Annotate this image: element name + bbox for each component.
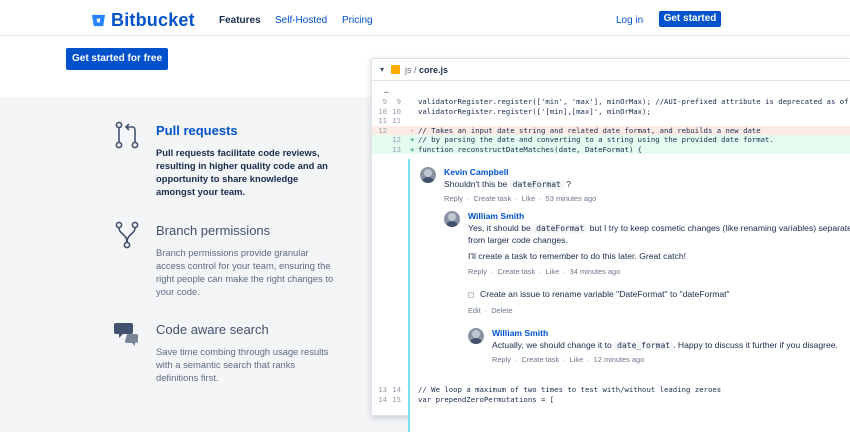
old-line-number: 9: [382, 97, 387, 106]
comment-time: 53 minutes ago: [545, 194, 597, 203]
old-line-number: 12: [378, 125, 387, 135]
code-snippet: dateFormat: [533, 224, 588, 233]
comment-author[interactable]: Kevin Campbell: [444, 167, 508, 177]
new-line-number: 14: [392, 385, 401, 394]
comment-text-line-2: from larger code changes.: [468, 235, 568, 245]
file-name[interactable]: core.js: [419, 65, 448, 75]
top-nav-bar: Bitbucket Features Self-Hosted Pricing L…: [0, 0, 850, 36]
get-started-button[interactable]: Get started: [659, 11, 721, 27]
delete-link[interactable]: Delete: [491, 306, 512, 315]
like-link[interactable]: Like: [522, 194, 536, 203]
code-line[interactable]: 10 10 validatorRegister.register(['[min],[…: [372, 107, 850, 117]
nav-self-hosted[interactable]: Self-Hosted: [275, 15, 327, 26]
old-line-number: 10: [378, 106, 387, 116]
code-line[interactable]: 12 +// by parsing the date and converting…: [372, 135, 850, 145]
code-text: validatorRegister.register(['[min],[max]…: [418, 106, 651, 116]
pull-request-icon: [115, 121, 139, 149]
code-line[interactable]: 13 + function reconstructDateMatches(date,…: [372, 144, 850, 154]
avatar[interactable]: [420, 167, 436, 183]
comment-actions: Reply · Create task · Like · 34 minutes ago: [468, 267, 621, 276]
comment-time: 34 minutes ago: [569, 267, 621, 276]
new-line-number: 12: [392, 135, 401, 144]
file-path: js /: [405, 64, 417, 75]
comment-author[interactable]: William Smith: [492, 328, 548, 338]
expand-lines-button[interactable]: …: [384, 86, 389, 95]
new-line-number: 10: [392, 106, 401, 116]
comment-time: 12 minutes ago: [593, 355, 645, 364]
feature-description: Pull requests facilitate code reviews, r…: [156, 147, 328, 197]
comment-actions: Reply · Create task · Like · 12 minutes ago: [492, 355, 645, 364]
new-line-number: 15: [392, 394, 401, 404]
new-line-number: 13: [392, 144, 401, 154]
reply-link[interactable]: Reply: [444, 194, 463, 203]
bitbucket-logo[interactable]: Bitbucket: [91, 10, 195, 31]
feature-title: Branch permissions: [156, 223, 271, 238]
create-task-link[interactable]: Create task: [497, 267, 535, 276]
code-line[interactable]: 9 9 validatorRegister.register(['min', 'ma…: [372, 97, 850, 107]
code-review-panel: ▾ js / core.js … 9 9 validatorRegister.reg…: [371, 58, 850, 432]
avatar[interactable]: [468, 328, 484, 344]
comment-text: Shouldn't this be dateFormat ?: [444, 179, 572, 189]
login-link[interactable]: Log in: [616, 15, 643, 26]
code-text: // by parsing the date and converting to…: [418, 135, 774, 144]
diff-sign: +: [410, 144, 415, 154]
comment-actions: Reply · Create task · Like · 53 minutes ago: [444, 194, 597, 203]
file-header: ▾ js / core.js: [372, 59, 850, 81]
code-text: var prependZeroPermutations = [: [418, 394, 555, 404]
comment-text-line-3: I'll create a task to remember to do thi…: [468, 251, 687, 261]
task-checkbox[interactable]: [468, 292, 474, 298]
nav-features[interactable]: Features: [219, 15, 261, 26]
create-task-link[interactable]: Create task: [473, 194, 511, 203]
code-snippet: date_format: [614, 341, 674, 350]
comment-text: Yes, it should be dateFormat but I try t…: [468, 223, 850, 233]
feature-description: Branch permissions provide granular acce…: [156, 247, 334, 297]
get-started-free-button[interactable]: Get started for free: [66, 48, 168, 70]
bitbucket-logo-icon: [91, 14, 106, 27]
code-line[interactable]: 14 15 var prependZeroPermutations = [: [372, 395, 850, 405]
old-line-number: 14: [378, 394, 387, 404]
reply-link[interactable]: Reply: [468, 267, 487, 276]
old-line-number: 13: [378, 385, 387, 394]
chevron-down-icon[interactable]: ▾: [380, 65, 384, 74]
old-line-number: 11: [378, 116, 387, 125]
feature-title: Code aware search: [156, 322, 269, 337]
comment-author[interactable]: William Smith: [468, 211, 524, 221]
new-line-number: 9: [396, 97, 401, 106]
like-link[interactable]: Like: [570, 355, 584, 364]
like-link[interactable]: Like: [546, 267, 560, 276]
code-snippet: dateFormat: [509, 180, 564, 189]
code-text: function reconstructDateMatches(date, Da…: [418, 144, 643, 154]
task-actions: Edit · Delete: [468, 306, 513, 315]
js-file-icon: [391, 65, 401, 74]
create-task-link[interactable]: Create task: [521, 355, 559, 364]
nav-pricing[interactable]: Pricing: [342, 15, 373, 26]
code-line[interactable]: 11 11: [372, 116, 850, 126]
code-text: validatorRegister.register(['min', 'max'…: [418, 97, 850, 106]
edit-link[interactable]: Edit: [468, 306, 481, 315]
code-text: // We loop a maximum of two times to tes…: [418, 385, 722, 394]
reply-link[interactable]: Reply: [492, 355, 511, 364]
diff-sign: +: [410, 135, 415, 144]
code-line[interactable]: 12 -// Takes an input date string and rel…: [372, 125, 850, 135]
diff-sign: -: [410, 125, 415, 135]
feature-title: Pull requests: [156, 123, 238, 138]
branch-icon: [115, 221, 139, 249]
code-text: // Takes an input date string and relate…: [418, 125, 761, 135]
new-line-number: 11: [392, 116, 401, 125]
feature-description: Save time combing through usage results …: [156, 346, 329, 383]
comment-text: Actually, we should change it to date_fo…: [492, 340, 838, 350]
task-text: Create an issue to rename variable "Date…: [480, 289, 730, 299]
chat-bubbles-icon: [114, 323, 138, 346]
code-line[interactable]: 13 14 // We loop a maximum of two times to…: [372, 385, 850, 395]
brand-name: Bitbucket: [111, 10, 195, 30]
avatar[interactable]: [444, 211, 460, 227]
